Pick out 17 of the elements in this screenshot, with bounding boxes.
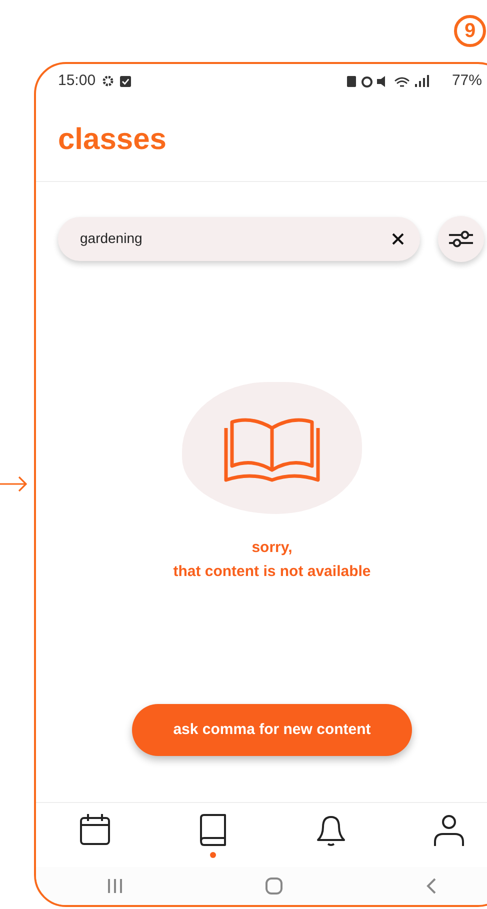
checkbox-icon — [120, 76, 131, 87]
search-value: gardening — [80, 229, 144, 248]
search-field[interactable]: gardening — [58, 216, 420, 261]
step-number-badge: 9 — [454, 15, 486, 47]
recent-apps-icon[interactable] — [107, 878, 123, 894]
sliders-icon — [448, 228, 474, 249]
arrow-icon — [0, 476, 28, 492]
close-icon[interactable] — [392, 232, 404, 245]
empty-message: sorry, that content is not available — [173, 538, 371, 582]
status-time: 15:00 — [58, 70, 96, 91]
back-icon[interactable] — [425, 877, 437, 896]
calendar-icon — [78, 812, 112, 847]
battery-percent: 77% — [452, 70, 482, 91]
filter-button[interactable] — [438, 216, 484, 262]
person-icon — [432, 812, 466, 847]
page-title: classes — [58, 124, 166, 155]
home-icon[interactable] — [265, 877, 283, 896]
